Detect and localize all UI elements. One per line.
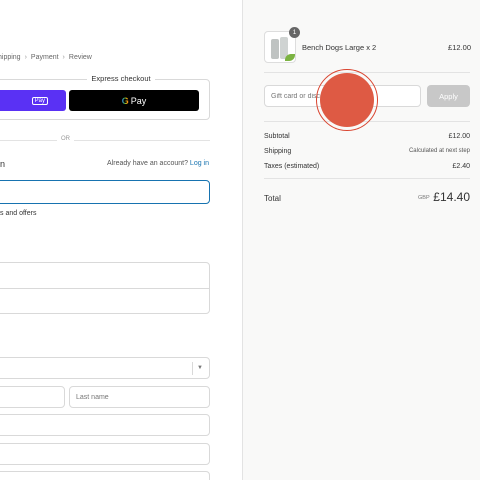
discount-code-input[interactable] [264, 85, 421, 107]
address-fields-group[interactable] [0, 262, 210, 314]
email-field[interactable] [0, 180, 210, 204]
first-name-field[interactable] [0, 386, 65, 408]
address-field[interactable] [0, 443, 210, 465]
apartment-field[interactable] [0, 471, 210, 480]
field-divider [0, 288, 209, 289]
shipping-value: Calculated at next step [408, 148, 470, 154]
quantity-badge: 1 [289, 27, 300, 38]
breadcrumb: hipping › Payment › Review [0, 54, 92, 61]
summary-divider [264, 178, 470, 179]
select-divider [192, 362, 193, 375]
currency-code: GBP [418, 195, 430, 201]
last-name-placeholder: Last name [76, 394, 109, 401]
summary-divider [264, 121, 470, 122]
total-label: Total [264, 194, 281, 203]
country-select[interactable]: ▼ [0, 357, 210, 379]
contact-heading: n [0, 159, 6, 169]
last-name-field[interactable]: Last name [69, 386, 210, 408]
taxes-value: £2.40 [452, 163, 470, 170]
shipping-label: Shipping [264, 148, 292, 155]
checkout-form-panel: hipping › Payment › Review Express checkout … [0, 0, 242, 480]
company-field[interactable] [0, 414, 210, 436]
or-label: OR [57, 136, 74, 142]
taxes-row: Taxes (estimated) £2.40 [264, 163, 470, 170]
subtotal-label: Subtotal [264, 133, 290, 140]
product-image-leaf [285, 54, 295, 61]
shop-pay-button[interactable]: Pay [0, 90, 66, 111]
summary-divider [264, 72, 470, 73]
product-image-part [271, 39, 279, 59]
account-prompt: Already have an account? Log in [107, 160, 209, 167]
shop-pay-label: Pay [31, 96, 48, 105]
subtotal-value: £12.00 [448, 133, 470, 140]
or-divider [0, 140, 210, 141]
taxes-label: Taxes (estimated) [264, 163, 320, 170]
shipping-row: Shipping Calculated at next step [264, 148, 470, 155]
google-g-icon: G [121, 95, 129, 106]
login-link[interactable]: Log in [190, 160, 209, 167]
breadcrumb-payment[interactable]: Payment [31, 54, 59, 61]
total-value: £14.40 [433, 190, 470, 204]
breadcrumb-shipping[interactable]: hipping [0, 54, 21, 61]
newsletter-label: s and offers [0, 210, 37, 217]
google-pay-label: Pay [130, 95, 147, 106]
google-pay-button[interactable]: G Pay [69, 90, 199, 111]
apply-discount-button[interactable]: Apply [427, 85, 470, 107]
chevron-down-icon: ▼ [197, 365, 203, 371]
subtotal-row: Subtotal £12.00 [264, 133, 470, 140]
account-prompt-text: Already have an account? [107, 160, 188, 167]
chevron-right-icon: › [24, 54, 27, 61]
express-checkout-title: Express checkout [0, 74, 242, 83]
product-name: Bench Dogs Large x 2 [302, 43, 377, 52]
chevron-right-icon: › [62, 54, 65, 61]
breadcrumb-review: Review [68, 54, 92, 61]
product-price: £12.00 [448, 43, 471, 52]
